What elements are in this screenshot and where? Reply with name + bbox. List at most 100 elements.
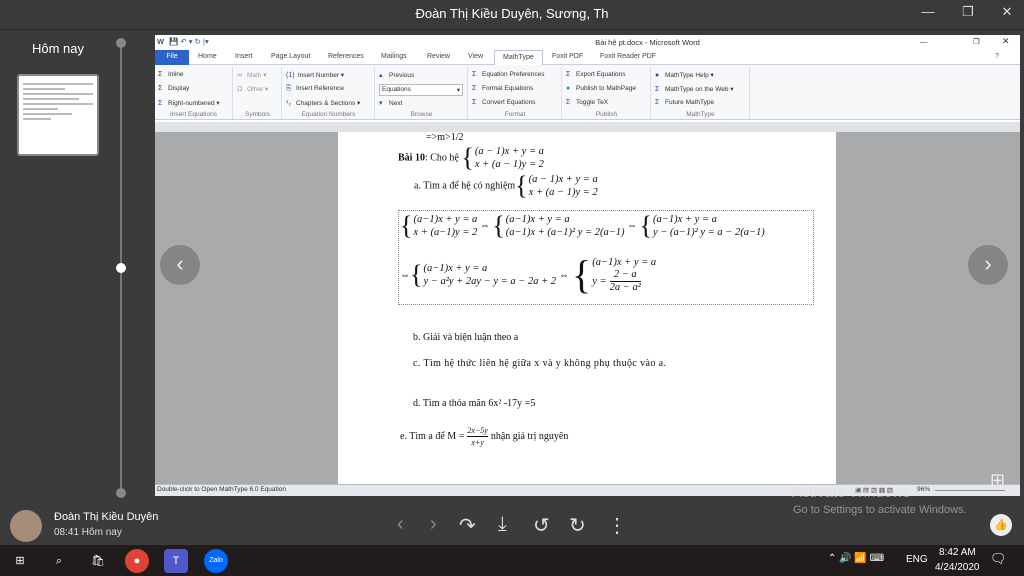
tab-references[interactable]: References [328, 53, 364, 60]
tex-icon: Σ [566, 99, 571, 106]
tab-foxit-pdf[interactable]: Foxit PDF [552, 53, 583, 60]
convert-icon: Σ [472, 99, 477, 106]
clock-date[interactable]: 4/24/2020 [935, 562, 980, 573]
iff-symbol: ⇔ [627, 220, 638, 232]
part-a-text: a. Tìm a để hệ có nghiệm [414, 180, 516, 192]
tab-home[interactable]: Home [198, 53, 217, 60]
word-close[interactable]: ✕ [1002, 36, 1010, 47]
tab-review[interactable]: Review [427, 53, 450, 60]
mathtype-equation-object[interactable]: {(a−1)x + y = ax + (a−1)y = 2 ⇔ {(a−1)x … [398, 210, 814, 305]
forward-icon[interactable]: ↷ [459, 513, 476, 538]
timeline-handle[interactable] [116, 263, 126, 273]
word-title-bar: W 💾 ↶ ▾ ↻ |▾ Bài hệ pt.docx - Microsoft … [155, 35, 1020, 50]
exercise-text: : Cho hệ [424, 152, 459, 164]
equation-preferences-button[interactable]: Σ Equation Preferences [472, 71, 545, 78]
iff-symbol: ⇔ [400, 269, 410, 281]
restore-button[interactable]: ❐ [958, 4, 978, 20]
activate-windows-heading: Activate Windows [792, 484, 911, 501]
future-icon: Σ [655, 99, 660, 106]
equation-row-2: ⇔ {(a−1)x + y = ay − a²y + 2ay − y = a −… [400, 255, 656, 295]
image-thumbnail[interactable] [17, 74, 99, 156]
teams-icon[interactable]: T [164, 549, 188, 573]
help-icon[interactable]: ? [995, 53, 999, 60]
notification-icon[interactable]: 🗨 [990, 551, 1007, 567]
tab-page-layout[interactable]: Page Layout [271, 53, 310, 60]
language-indicator[interactable]: ENG [906, 554, 928, 565]
rotate-left-icon[interactable]: ↺ [533, 513, 550, 538]
tab-foxit-reader-pdf[interactable]: Foxit Reader PDF [600, 53, 656, 60]
display-button[interactable]: Σ Display [158, 85, 189, 92]
clock-time[interactable]: 8:42 AM [939, 547, 976, 558]
system-2: {(a−1)x + y = a (a−1)x + (a−1)² y = 2(a−1… [492, 211, 625, 240]
windows-taskbar: ⊞ ⌕ 🛍 ● T Zalo ⌃ 🔊 📶 ⌨ ENG 8:42 AM 4/24/… [0, 545, 1024, 576]
toggle-tex-button[interactable]: Σ Toggle TeX [566, 99, 608, 106]
insert-reference-button[interactable]: ⎘ Insert Reference [286, 85, 344, 93]
mathtype-help-button[interactable]: ● MathType Help ▾ [655, 71, 714, 79]
zalo-icon[interactable]: Zalo [204, 549, 228, 573]
math-button[interactable]: ∞ Math ▾ [237, 71, 267, 79]
chapters-sections-button[interactable]: ¹₂ Chapters & Sections ▾ [286, 99, 360, 107]
tab-insert[interactable]: Insert [235, 53, 253, 60]
previous-button[interactable]: ▴ Previous [379, 71, 414, 79]
like-button[interactable]: 👍 [990, 514, 1012, 536]
tab-view[interactable]: View [468, 53, 483, 60]
group-label: Symbols [245, 111, 270, 118]
word-minimize[interactable]: — [920, 37, 928, 46]
document-page[interactable]: =>m>1/2 Bài 10: Cho hệ {(a − 1)x + y = a… [338, 132, 836, 484]
part-e: e. Tìm a để M = 2x−5y x+y nhận giá trị ng… [400, 425, 568, 448]
more-options-icon[interactable]: ⋮ [607, 513, 627, 538]
fraction: 2x−5y x+y [467, 426, 488, 447]
other-button[interactable]: Ω Other ▾ [237, 85, 268, 93]
avatar[interactable] [10, 510, 42, 542]
next-button[interactable]: ▾ Next [379, 99, 402, 107]
mathtype-web-button[interactable]: Σ MathType on the Web ▾ [655, 85, 734, 93]
export-equations-button[interactable]: Σ Export Equations [566, 71, 626, 78]
part-d: d. Tìm a thỏa mãn 6x² -17y =5 [413, 398, 536, 409]
system-4: {(a−1)x + y = ay − a²y + 2ay − y = a − 2… [410, 260, 557, 289]
download-icon[interactable]: ⤓ [498, 513, 507, 536]
zoom-level[interactable]: 96% [917, 486, 930, 493]
part-e-suffix: nhận giá trị nguyên [490, 431, 569, 442]
tab-mathtype[interactable]: MathType [494, 50, 543, 66]
browse-select[interactable]: Equations ▾ [379, 84, 463, 96]
fullscreen-icon[interactable]: ⊞ [990, 470, 1005, 491]
start-icon[interactable]: ⊞ [8, 549, 32, 573]
conversation-title: Đoàn Thị Kiều Duyên, Sương, Th [415, 6, 609, 21]
system-equation: {(a − 1)x + y = ax + (a − 1)y = 2 [515, 171, 598, 200]
insert-number-button[interactable]: (1) Insert Number ▾ [286, 71, 344, 79]
system-1: {(a−1)x + y = ax + (a−1)y = 2 [400, 211, 478, 240]
publish-mathpage-button[interactable]: ● Publish to MathPage [566, 85, 636, 92]
next-image-button[interactable]: › [968, 245, 1008, 285]
next-arrow-icon[interactable]: › [430, 513, 437, 536]
part-a: a. Tìm a để hệ có nghiệm{(a − 1)x + y = … [414, 173, 598, 199]
exercise-label: Bài 10 [398, 152, 425, 164]
ruler[interactable] [155, 122, 1020, 132]
group-label: MathType [686, 111, 715, 118]
previous-arrow-icon[interactable]: ‹ [397, 513, 404, 536]
sender-name: Đoàn Thị Kiều Duyên [54, 511, 159, 523]
format-equations-button[interactable]: Σ Format Equations [472, 85, 533, 92]
part-b: b. Giải và biện luận theo a [413, 332, 519, 343]
tab-file[interactable]: File [155, 50, 189, 65]
convert-equations-button[interactable]: Σ Convert Equations [472, 99, 535, 106]
document-title: Bài hệ pt.docx - Microsoft Word [595, 38, 700, 47]
previous-image-button[interactable]: ‹ [160, 245, 200, 285]
bai10-line: Bài 10: Cho hệ {(a − 1)x + y = ax + (a −… [398, 145, 544, 171]
close-button[interactable]: ✕ [997, 4, 1017, 20]
chrome-icon[interactable]: ● [125, 549, 149, 573]
iff-symbol: ⇔ [559, 269, 570, 281]
minimize-button[interactable]: — [918, 4, 938, 19]
tray-icons[interactable]: ⌃ 🔊 📶 ⌨ [828, 553, 884, 564]
rotate-right-icon[interactable]: ↻ [569, 513, 586, 538]
search-icon[interactable]: ⌕ [47, 549, 71, 573]
store-icon[interactable]: 🛍 [86, 549, 110, 573]
group-label: Insert Equations [170, 111, 217, 118]
inline-button[interactable]: Σ Inline [158, 71, 184, 78]
tab-mailings[interactable]: Mailings [381, 53, 407, 60]
future-mathtype-button[interactable]: Σ Future MathType [655, 99, 714, 106]
timeline-panel: Hôm nay [0, 31, 155, 501]
word-restore[interactable]: ❐ [973, 37, 980, 46]
right-numbered-button[interactable]: Σ Right-numbered ▾ [158, 99, 220, 107]
equation-row-1: {(a−1)x + y = ax + (a−1)y = 2 ⇔ {(a−1)x … [400, 213, 765, 239]
infinity-icon: ∞ [237, 72, 242, 79]
